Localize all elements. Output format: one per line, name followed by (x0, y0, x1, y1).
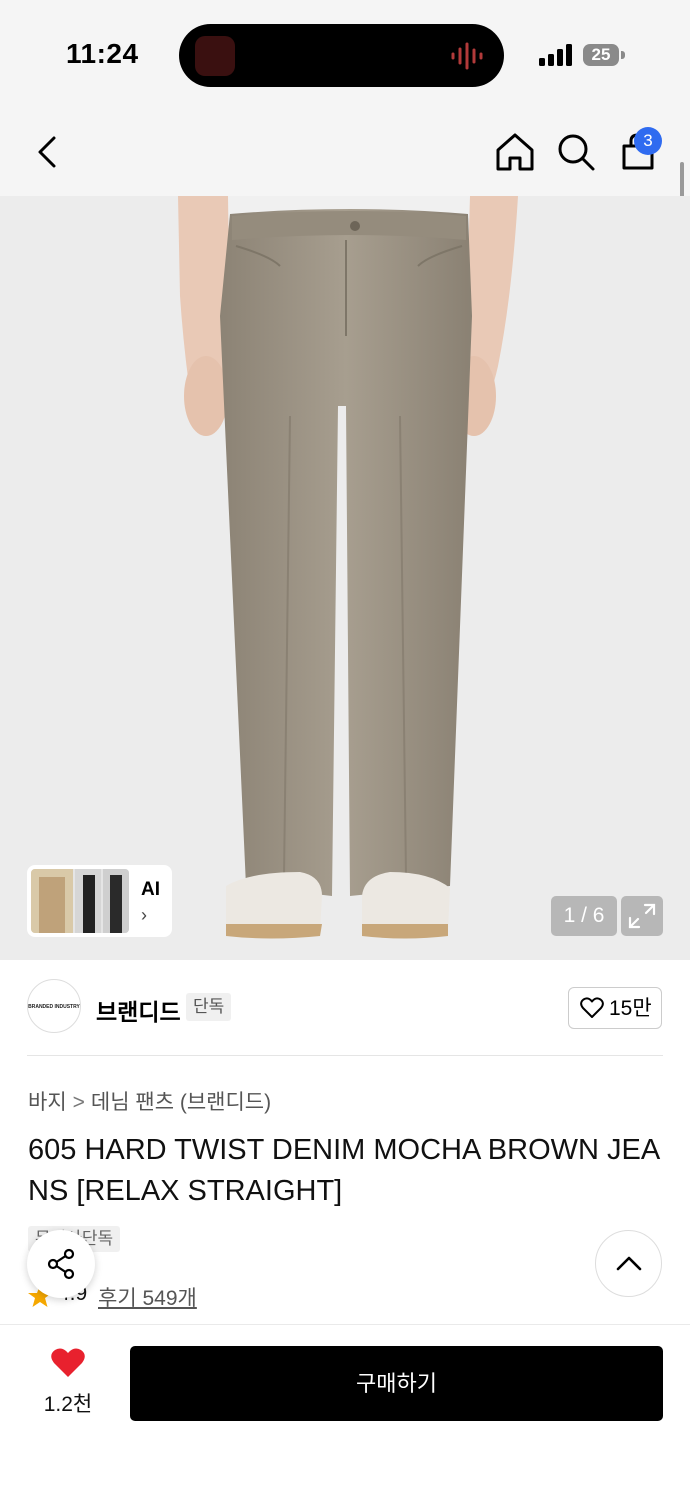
buy-button[interactable]: 구매하기 (130, 1346, 663, 1421)
battery-icon: 25 (583, 44, 627, 66)
breadcrumb: 바지 > 데님 팬츠 (브랜디드) (28, 1086, 271, 1116)
product-image-gallery[interactable] (0, 196, 690, 960)
outfit-thumbnails (31, 869, 129, 933)
search-icon[interactable] (554, 130, 598, 174)
chevron-right-icon: › (141, 905, 147, 925)
chevron-left-icon[interactable] (26, 130, 70, 174)
product-title: 605 HARD TWIST DENIM MOCHA BROWN JEANS [… (28, 1134, 661, 1207)
ai-suggestion-thumbnail (31, 869, 129, 933)
expand-button[interactable] (621, 896, 663, 936)
ai-label: AI (141, 879, 160, 900)
expand-icon (628, 903, 656, 929)
breadcrumb-category[interactable]: 바지 (28, 1091, 67, 1114)
breadcrumb-separator: > (72, 1091, 85, 1114)
ai-outfit-suggestion[interactable]: AI › (27, 865, 172, 937)
cellular-signal-icon (539, 44, 572, 66)
brand-like-button[interactable]: 15만 (568, 987, 662, 1029)
status-bar: 11:24 25 (0, 0, 690, 110)
home-icon[interactable] (493, 130, 537, 174)
share-button[interactable] (27, 1230, 95, 1298)
cart-count-badge: 3 (634, 127, 662, 155)
image-page-indicator: 1 / 6 (551, 896, 617, 936)
now-playing-thumbnail (195, 36, 235, 76)
breadcrumb-subcategory[interactable]: 데님 팬츠 (브랜디드) (91, 1091, 271, 1114)
brand-like-count: 15만 (609, 997, 652, 1020)
top-nav (0, 110, 690, 196)
dynamic-island (179, 24, 504, 87)
battery-level: 25 (591, 45, 611, 64)
chevron-up-icon (616, 1256, 642, 1271)
brand-name[interactable]: 브랜디드 (96, 993, 181, 1027)
scroll-to-top-button[interactable] (595, 1230, 662, 1297)
share-icon (47, 1248, 75, 1280)
heart-filled-icon[interactable] (50, 1347, 86, 1379)
section-divider (27, 1055, 663, 1056)
audio-wave-icon (451, 42, 483, 70)
review-link[interactable]: 후기 549개 (98, 1282, 197, 1312)
product-photo (178, 196, 518, 939)
brand-logo[interactable]: BRANDED INDUSTRY (27, 979, 81, 1033)
brand-exclusive-tag: 단독 (186, 993, 232, 1021)
heart-outline-icon (580, 997, 604, 1018)
status-time: 11:24 (66, 38, 139, 69)
wish-count: 1.2천 (43, 1393, 93, 1416)
